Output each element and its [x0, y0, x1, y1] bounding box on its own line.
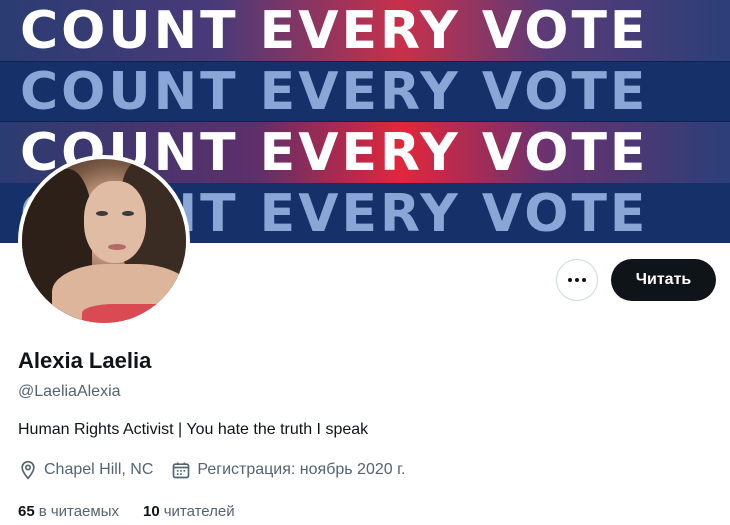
profile-meta: Chapel Hill, NC Регистрация: ноябрь 2020… [18, 460, 423, 480]
followers-link[interactable]: 10 читателей [143, 503, 235, 520]
following-label: в читаемых [38, 503, 119, 520]
follow-stats: 65 в читаемых 10 читателей [18, 503, 259, 520]
avatar[interactable] [18, 155, 190, 327]
user-handle: @LaeliaAlexia [18, 383, 121, 400]
more-options-button[interactable] [556, 259, 598, 301]
profile-page: COUNT EVERY VOTE COUNT EVERY VOTE COUNT … [0, 0, 730, 525]
profile-bio: Human Rights Activist | You hate the tru… [18, 421, 369, 438]
more-horizontal-icon [568, 278, 586, 282]
follow-button[interactable]: Читать [611, 259, 716, 301]
followers-label: читателей [163, 503, 235, 520]
banner-text-row: COUNT EVERY VOTE [0, 61, 730, 122]
display-name: Alexia Laelia [18, 348, 152, 373]
calendar-icon [173, 462, 190, 479]
location-item: Chapel Hill, NC [18, 460, 153, 480]
joined-item: Регистрация: ноябрь 2020 г. [171, 460, 405, 480]
following-link[interactable]: 65 в читаемых [18, 503, 119, 520]
banner-text-row: COUNT EVERY VOTE [0, 0, 730, 61]
following-count: 65 [18, 503, 35, 520]
location-text: Chapel Hill, NC [44, 461, 154, 478]
location-pin-icon [21, 460, 35, 480]
joined-date: Регистрация: ноябрь 2020 г. [197, 461, 406, 478]
avatar-photo [22, 159, 186, 323]
followers-count: 10 [143, 503, 160, 520]
